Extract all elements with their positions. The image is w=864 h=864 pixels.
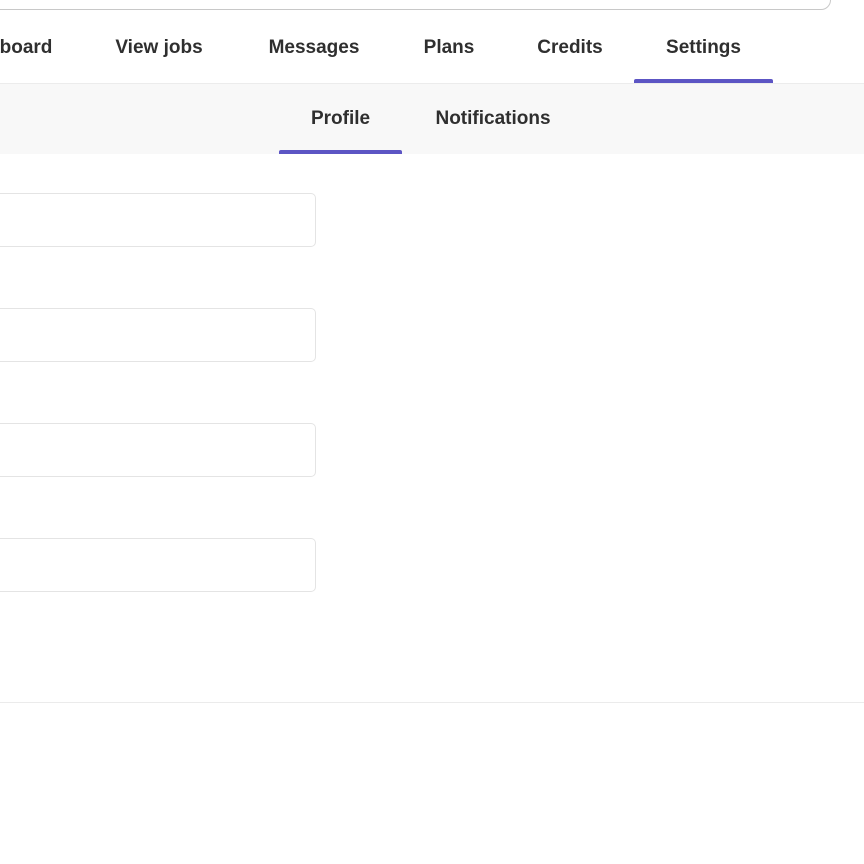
main-nav: board View jobs Messages Plans Credits S… — [0, 12, 864, 84]
tab-label: Plans — [423, 36, 475, 58]
profile-field-4[interactable] — [0, 538, 316, 592]
tab-label: View jobs — [115, 36, 203, 58]
tab-view-jobs[interactable]: View jobs — [99, 12, 219, 83]
window-top-strip — [0, 0, 864, 12]
tab-label: Notifications — [435, 108, 551, 129]
profile-input-1[interactable] — [0, 194, 315, 246]
tab-label: Messages — [268, 36, 360, 58]
tab-messages[interactable]: Messages — [249, 12, 379, 83]
profile-field-1[interactable] — [0, 193, 316, 247]
profile-input-3[interactable] — [0, 424, 315, 476]
profile-input-4[interactable] — [0, 539, 315, 591]
tab-label: Settings — [666, 36, 741, 58]
profile-input-2[interactable] — [0, 309, 315, 361]
address-bar-edge — [0, 0, 831, 10]
tab-plans[interactable]: Plans — [409, 12, 489, 83]
profile-field-3[interactable] — [0, 423, 316, 477]
tab-settings[interactable]: Settings — [634, 12, 773, 83]
profile-field-2[interactable] — [0, 308, 316, 362]
section-divider — [0, 702, 864, 703]
tab-notifications[interactable]: Notifications — [416, 84, 570, 154]
tab-label: Profile — [310, 108, 371, 129]
tab-profile[interactable]: Profile — [279, 84, 402, 154]
tab-dashboard[interactable]: board — [0, 12, 54, 83]
tab-credits[interactable]: Credits — [519, 12, 621, 83]
settings-sub-nav: Profile Notifications — [0, 84, 864, 154]
tab-label: board — [0, 36, 53, 58]
tab-label: Credits — [537, 36, 603, 58]
